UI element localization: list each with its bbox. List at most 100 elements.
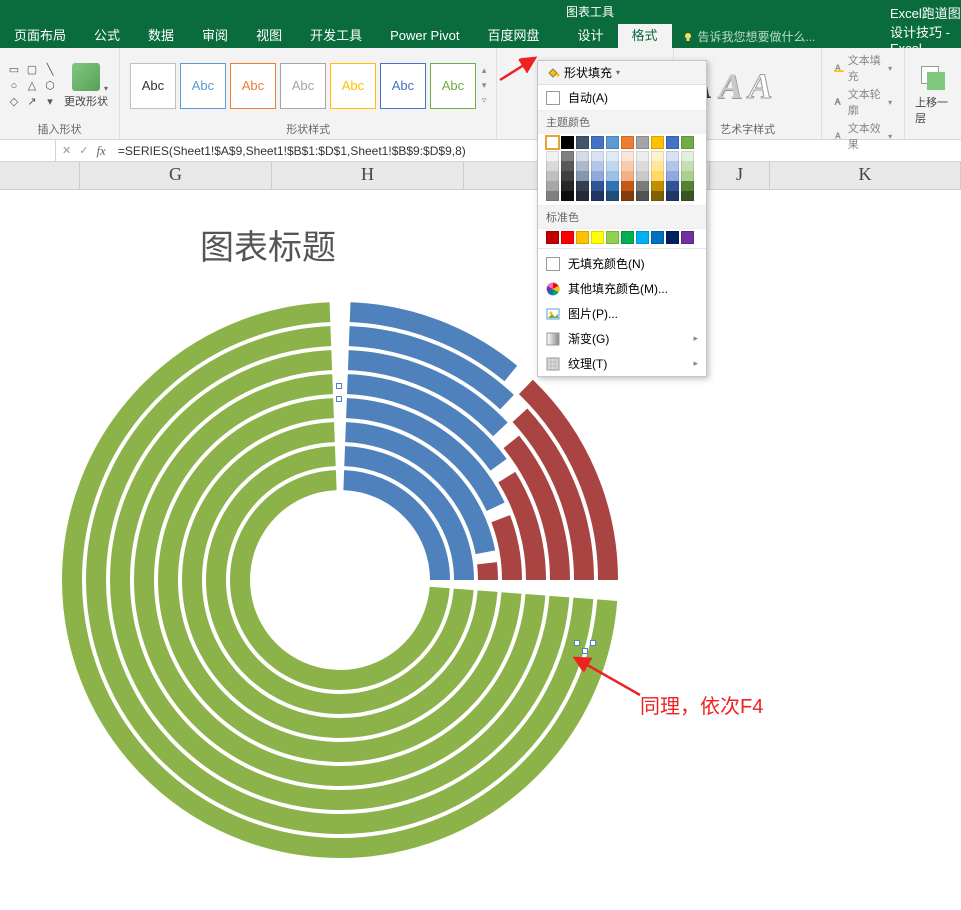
text-outline-button[interactable]: A文本轮廓 ▾ [834,86,892,118]
col-header-J[interactable]: J [710,162,770,189]
picture-fill-item[interactable]: 图片(P)... [538,301,706,326]
theme-shade-swatch[interactable] [651,181,664,191]
theme-color-swatch[interactable] [591,136,604,149]
theme-shade-swatch[interactable] [606,181,619,191]
standard-color-swatch[interactable] [666,231,679,244]
theme-shade-swatch[interactable] [606,161,619,171]
theme-shade-swatch[interactable] [546,151,559,161]
theme-shade-swatch[interactable] [651,151,664,161]
standard-color-swatch[interactable] [636,231,649,244]
theme-shade-swatch[interactable] [561,181,574,191]
theme-shade-swatch[interactable] [636,151,649,161]
theme-color-swatch[interactable] [561,136,574,149]
bring-forward-button[interactable]: 上移一层 [911,64,955,126]
theme-shade-swatch[interactable] [651,191,664,201]
theme-shade-swatch[interactable] [561,191,574,201]
col-header-H[interactable]: H [272,162,464,189]
theme-shade-swatch[interactable] [576,171,589,181]
shape-style-6[interactable]: Abc [380,63,426,109]
fx-button[interactable]: fx [96,143,105,159]
shape-style-7[interactable]: Abc [430,63,476,109]
theme-shade-swatch[interactable] [621,161,634,171]
theme-color-swatch[interactable] [666,136,679,149]
theme-shade-swatch[interactable] [651,171,664,181]
name-box[interactable] [0,140,56,161]
tab-review[interactable]: 审阅 [188,24,242,48]
theme-color-swatch[interactable] [576,136,589,149]
theme-shade-swatch[interactable] [636,181,649,191]
row-header-corner[interactable] [0,162,80,189]
tab-format[interactable]: 格式 [618,24,672,48]
theme-shade-swatch[interactable] [606,151,619,161]
theme-shade-swatch[interactable] [621,181,634,191]
theme-shade-swatch[interactable] [546,161,559,171]
theme-shade-swatch[interactable] [561,171,574,181]
selection-handle[interactable] [574,640,580,646]
theme-shade-swatch[interactable] [636,161,649,171]
theme-shade-swatch[interactable] [576,181,589,191]
theme-shade-swatch[interactable] [621,151,634,161]
standard-color-swatch[interactable] [681,231,694,244]
theme-shade-swatch[interactable] [561,151,574,161]
theme-shade-swatch[interactable] [681,161,694,171]
selection-handle[interactable] [336,383,342,389]
tab-baidu-pan[interactable]: 百度网盘 [473,24,553,48]
wordart-style-3[interactable]: A [748,65,772,107]
standard-color-swatch[interactable] [621,231,634,244]
cancel-formula-icon[interactable]: ✕ [62,144,71,157]
theme-shade-swatch[interactable] [681,151,694,161]
theme-shade-swatch[interactable] [666,161,679,171]
theme-shade-swatch[interactable] [591,191,604,201]
standard-color-swatch[interactable] [546,231,559,244]
shape-fill-header[interactable]: 形状填充 ▾ [538,61,706,85]
standard-color-swatch[interactable] [606,231,619,244]
theme-shade-swatch[interactable] [636,191,649,201]
theme-shade-swatch[interactable] [606,171,619,181]
theme-shade-swatch[interactable] [666,191,679,201]
shape-gallery[interactable]: ▭▢╲ ○△⬡ ◇↗▾ [6,63,58,109]
selection-handle[interactable] [336,396,342,402]
theme-color-swatch[interactable] [651,136,664,149]
theme-shade-swatch[interactable] [576,151,589,161]
theme-shade-swatch[interactable] [621,191,634,201]
theme-shade-swatch[interactable] [651,161,664,171]
theme-shade-swatch[interactable] [621,171,634,181]
theme-shade-swatch[interactable] [681,191,694,201]
theme-color-swatch[interactable] [546,136,559,149]
tab-developer[interactable]: 开发工具 [296,24,376,48]
shape-style-gallery[interactable]: Abc Abc Abc Abc Abc Abc Abc ▴▾▿ [126,63,491,109]
theme-color-swatch[interactable] [636,136,649,149]
tab-formulas[interactable]: 公式 [80,24,134,48]
theme-shade-swatch[interactable] [591,161,604,171]
shape-style-4[interactable]: Abc [280,63,326,109]
theme-color-swatch[interactable] [681,136,694,149]
gradient-fill-item[interactable]: 渐变(G) ▸ [538,326,706,351]
selection-handle[interactable] [590,640,596,646]
tab-data[interactable]: 数据 [134,24,188,48]
theme-shade-swatch[interactable] [546,171,559,181]
more-colors-item[interactable]: 其他填充颜色(M)... [538,276,706,301]
standard-color-swatch[interactable] [561,231,574,244]
theme-color-swatch[interactable] [606,136,619,149]
theme-shade-swatch[interactable] [561,161,574,171]
shape-style-5[interactable]: Abc [330,63,376,109]
theme-shade-swatch[interactable] [591,181,604,191]
auto-fill-item[interactable]: 自动(A) [538,85,706,110]
gallery-more-button[interactable]: ▴▾▿ [482,63,487,109]
change-shape-button[interactable]: 更改形状 [64,63,108,109]
col-header-G[interactable]: G [80,162,272,189]
text-effects-button[interactable]: A文本效果 ▾ [834,120,892,152]
tell-me[interactable]: 告诉我您想要做什么... [682,28,816,45]
theme-shade-swatch[interactable] [681,171,694,181]
enter-formula-icon[interactable]: ✓ [79,144,88,157]
standard-color-swatch[interactable] [651,231,664,244]
no-fill-item[interactable]: 无填充颜色(N) [538,251,706,276]
theme-shade-swatch[interactable] [576,191,589,201]
tab-page-layout[interactable]: 页面布局 [0,24,80,48]
col-header-blank[interactable] [464,162,538,189]
shape-style-2[interactable]: Abc [180,63,226,109]
theme-shade-swatch[interactable] [636,171,649,181]
col-header-K[interactable]: K [770,162,961,189]
shape-style-3[interactable]: Abc [230,63,276,109]
wordart-style-2[interactable]: A [718,65,742,107]
